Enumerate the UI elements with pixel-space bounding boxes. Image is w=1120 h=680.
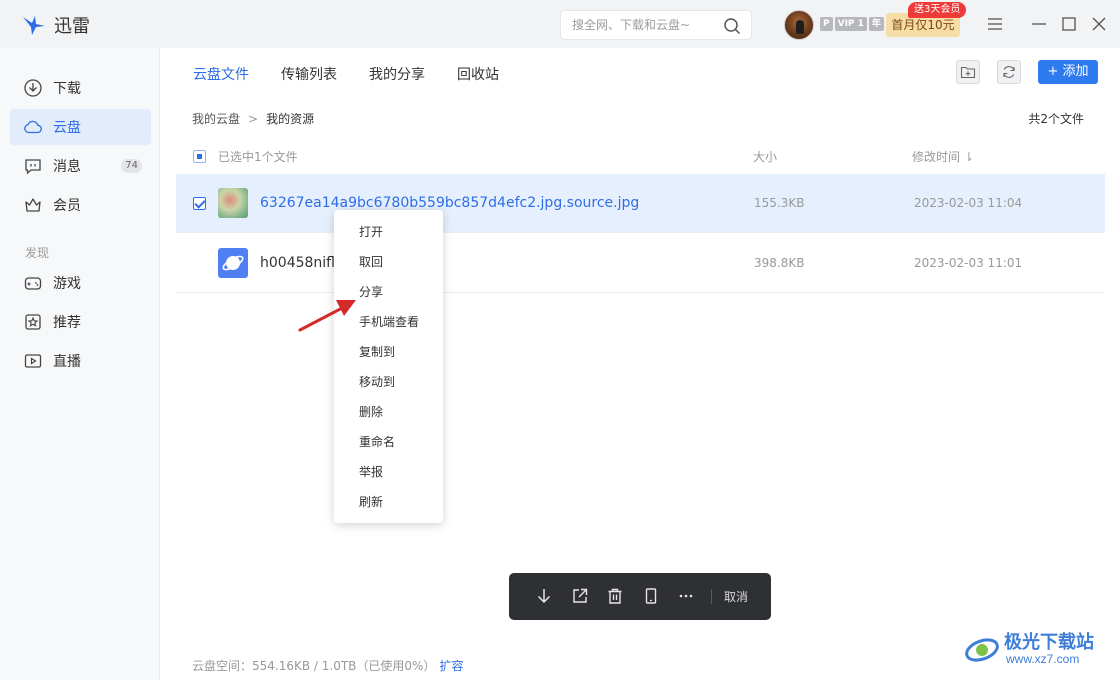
menu-item-move-to[interactable]: 移动到 [334,367,443,397]
watermark-logo-icon [965,638,999,662]
sidebar-item-label: 游戏 [53,276,81,292]
sidebar-item-label: 推荐 [53,315,81,331]
share-icon[interactable] [571,587,589,605]
minimize-icon[interactable] [1029,14,1049,34]
selection-status: 已选中1个文件 [218,150,298,164]
file-size: 398.8KB [754,256,805,270]
storage-usage: 云盘空间：554.16KB / 1.0TB（已使用0%） [192,659,436,673]
message-count-badge: 74 [121,159,142,173]
menu-item-refresh[interactable]: 刷新 [334,487,443,517]
app-name: 迅雷 [54,16,90,37]
search-input[interactable] [572,18,722,32]
column-size[interactable]: 大小 [753,148,777,165]
watermark-url: www.xz7.com [1006,652,1080,666]
avatar[interactable] [784,10,814,40]
message-icon [23,156,43,176]
sidebar-item-cloud[interactable]: 云盘 [10,109,151,145]
select-all-checkbox[interactable] [193,150,206,163]
menu-icon[interactable] [985,14,1005,34]
watermark: 极光下载站 www.xz7.com [960,624,1110,672]
breadcrumb-separator-icon: > [248,111,259,126]
menu-item-delete[interactable]: 删除 [334,397,443,427]
new-folder-icon [960,66,976,79]
section-label-discover: 发现 [25,246,50,260]
crown-icon [23,195,43,215]
expand-storage-link[interactable]: 扩容 [439,659,463,673]
refresh-icon [1003,66,1015,78]
file-name[interactable]: 63267ea14a9bc6780b559bc857d4efc2.jpg.sou… [260,195,639,211]
search-box[interactable] [560,10,752,40]
sidebar-item-label: 下载 [53,81,81,97]
cloud-icon [23,117,43,137]
tab-cloud-files[interactable]: 云盘文件 [193,64,249,84]
context-menu: 打开 取回 分享 手机端查看 复制到 移动到 删除 重命名 举报 刷新 [334,210,443,523]
breadcrumb-current: 我的资源 [266,112,315,126]
file-row[interactable]: 63267ea14a9bc6780b559bc857d4efc2.jpg.sou… [176,174,1105,233]
vip-badge-p: P [820,17,833,31]
column-modified-time[interactable]: 修改时间 ⇂ [912,148,974,165]
title-bar: 迅雷 P VIP 1 年 首月仅10元 送3天会员 [0,0,1120,48]
sidebar: 下载 云盘 消息 74 会员 发现 游戏 推荐 直播 [0,48,160,680]
annotation-arrow-icon [298,300,356,332]
sidebar-item-download[interactable]: 下载 [10,70,151,106]
divider [711,589,712,604]
add-button[interactable]: + 添加 [1038,60,1098,84]
maximize-icon[interactable] [1059,14,1079,34]
tab-my-shares[interactable]: 我的分享 [369,64,425,84]
tab-transfer-list[interactable]: 传输列表 [281,64,337,84]
gamepad-icon [23,273,43,293]
file-date: 2023-02-03 11:04 [914,196,1023,210]
new-folder-button[interactable] [956,60,980,84]
sidebar-item-live[interactable]: 直播 [10,343,151,379]
planet-file-icon [218,248,248,278]
storage-footer: 云盘空间：554.16KB / 1.0TB（已使用0%） 扩容 [192,657,463,674]
more-icon[interactable] [677,587,695,605]
vip-badge-year: 年 [868,17,884,31]
list-header: 已选中1个文件 大小 修改时间 ⇂ [193,148,1088,166]
breadcrumb: 我的云盘 > 我的资源 [192,110,314,127]
breadcrumb-root[interactable]: 我的云盘 [192,110,240,127]
watermark-title: 极光下载站 [1004,632,1094,653]
row-checkbox[interactable] [193,197,206,210]
promo-tag: 送3天会员 [908,2,967,18]
sidebar-item-games[interactable]: 游戏 [10,265,151,301]
menu-item-report[interactable]: 举报 [334,457,443,487]
file-size: 155.3KB [754,196,805,210]
tab-bar: 云盘文件 传输列表 我的分享 回收站 [193,64,531,84]
sidebar-item-recommend[interactable]: 推荐 [10,304,151,340]
tab-recycle-bin[interactable]: 回收站 [457,64,499,84]
refresh-button[interactable] [997,60,1021,84]
sidebar-item-label: 会员 [53,198,81,214]
bottom-action-bar: 取消 [509,573,771,620]
sidebar-item-label: 直播 [53,354,81,370]
sidebar-item-vip[interactable]: 会员 [10,187,151,223]
sidebar-item-message[interactable]: 消息 74 [10,148,151,184]
phone-icon[interactable] [642,587,660,605]
cancel-selection-button[interactable]: 取消 [724,588,748,605]
sidebar-item-label: 消息 [53,159,81,175]
vip-badges: P VIP 1 年 [820,17,884,31]
file-row[interactable]: h00458nifli.l 398.8KB 2023-02-03 11:01 [176,234,1105,293]
download-icon[interactable] [535,587,553,605]
thunder-bird-icon [23,16,45,35]
trash-icon[interactable] [606,587,624,605]
image-thumbnail [218,188,248,218]
star-icon [23,312,43,332]
search-icon[interactable] [723,17,741,35]
file-count: 共2个文件 [1028,112,1084,126]
menu-item-open[interactable]: 打开 [334,217,443,247]
close-icon[interactable] [1089,14,1109,34]
live-icon [23,351,43,371]
menu-item-retrieve[interactable]: 取回 [334,247,443,277]
menu-item-rename[interactable]: 重命名 [334,427,443,457]
download-icon [23,78,43,98]
sidebar-item-label: 云盘 [53,120,81,136]
menu-item-copy-to[interactable]: 复制到 [334,337,443,367]
vip-badge-level: VIP 1 [834,17,867,31]
file-date: 2023-02-03 11:01 [914,256,1023,270]
app-logo: 迅雷 [22,12,90,38]
